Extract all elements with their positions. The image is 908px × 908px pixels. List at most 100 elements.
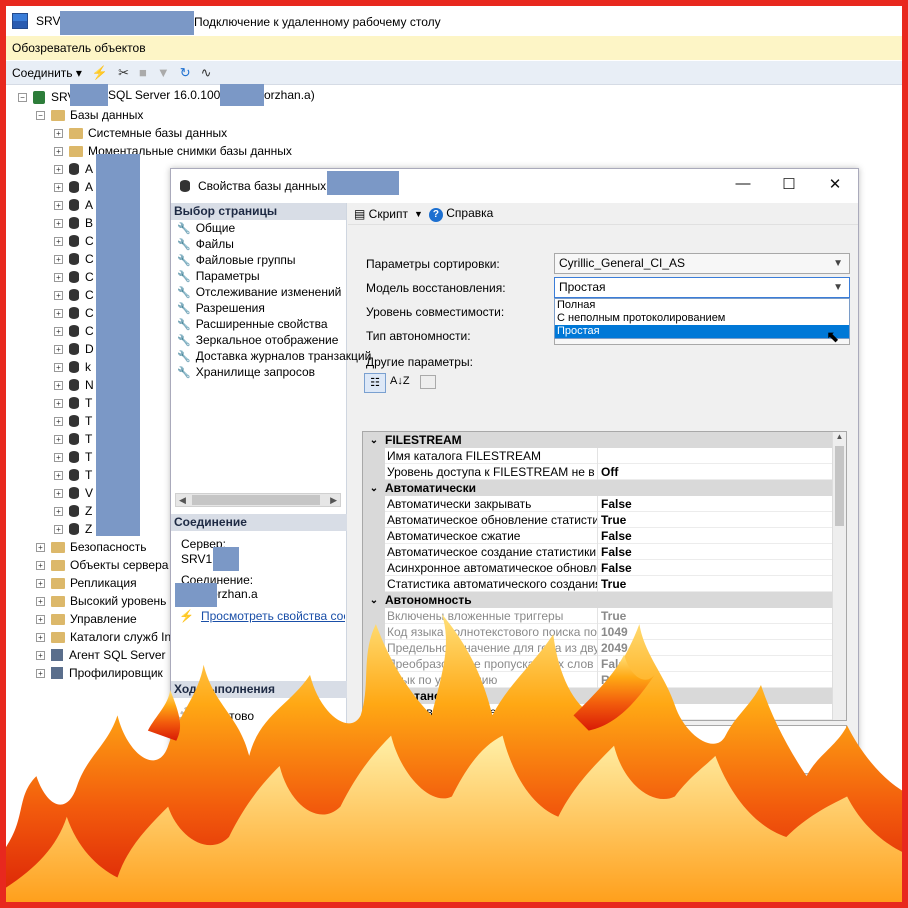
expand-icon[interactable]: + bbox=[54, 452, 63, 462]
grid-category[interactable]: ⌄ Автоматически bbox=[363, 480, 833, 496]
tree-database-item[interactable]: + Z bbox=[54, 520, 92, 538]
stop-icon[interactable]: ■ bbox=[139, 65, 147, 80]
activity-monitor-icon[interactable]: ∿ bbox=[201, 65, 212, 81]
expand-icon[interactable]: + bbox=[54, 506, 63, 516]
script-button[interactable]: ▤ Скрипт bbox=[354, 207, 408, 221]
alphabetical-sort-icon[interactable]: A↓Z bbox=[390, 375, 410, 387]
collation-select[interactable]: Cyrillic_General_CI_AS ▼ bbox=[554, 253, 850, 274]
page-item[interactable]: 🔧 Файловые группы bbox=[171, 252, 346, 268]
property-pages-icon[interactable] bbox=[420, 375, 436, 389]
tree-integration-catalogs[interactable]: + Каталоги служб In bbox=[36, 628, 171, 646]
chevron-down-icon[interactable]: ⌄ bbox=[363, 691, 385, 702]
grid-property-row[interactable]: Код языка полнотекстового поиска по умол… bbox=[363, 623, 833, 640]
page-item[interactable]: 🔧 Хранилище запросов bbox=[171, 364, 346, 380]
chevron-down-icon[interactable]: ⌄ bbox=[363, 435, 385, 446]
grid-property-row[interactable]: Уровень доступа к FILESTREAM не в реж Off bbox=[363, 463, 833, 480]
expand-icon[interactable]: + bbox=[36, 632, 45, 642]
plug-icon[interactable]: ⚡ bbox=[92, 65, 108, 81]
tree-profiler[interactable]: + Профилировщик bbox=[36, 664, 163, 682]
recovery-model-select[interactable]: Простая ▼ bbox=[554, 277, 850, 298]
tree-replication[interactable]: + Репликация bbox=[36, 574, 137, 592]
property-value[interactable]: False bbox=[601, 545, 632, 559]
expand-icon[interactable]: + bbox=[36, 560, 45, 570]
tree-database-item[interactable]: + T bbox=[54, 448, 92, 466]
grid-property-row[interactable]: Включены вложенные триггеры True bbox=[363, 607, 833, 624]
property-value[interactable]: Russian bbox=[601, 673, 648, 687]
grid-property-row[interactable]: Автоматически закрывать False bbox=[363, 495, 833, 512]
connect-button[interactable]: Соединить ▾ bbox=[12, 66, 82, 80]
property-value[interactable]: Off bbox=[601, 465, 618, 479]
tree-database-item[interactable]: + A bbox=[54, 160, 93, 178]
tree-database-item[interactable]: + A bbox=[54, 196, 93, 214]
expand-icon[interactable]: + bbox=[54, 470, 63, 480]
tree-database-item[interactable]: + C bbox=[54, 286, 94, 304]
tree-database-item[interactable]: + C bbox=[54, 322, 94, 340]
grid-property-row[interactable]: Автоматическое сжатие False bbox=[363, 527, 833, 544]
grid-category[interactable]: ⌄ Автономность bbox=[363, 592, 833, 608]
tree-server-node[interactable]: − SRV bbox=[18, 88, 75, 106]
grid-property-row[interactable]: Автоматическое обновление статистики True bbox=[363, 511, 833, 528]
scroll-left-icon[interactable]: ◀ bbox=[179, 495, 186, 506]
grid-category[interactable]: ⌄ Восстановление bbox=[363, 688, 833, 704]
tree-database-item[interactable]: + B bbox=[54, 214, 93, 232]
grid-category[interactable]: ⌄ FILESTREAM bbox=[363, 432, 833, 448]
expand-icon[interactable]: + bbox=[54, 308, 63, 318]
page-item[interactable]: 🔧 Разрешения bbox=[171, 300, 346, 316]
tree-management[interactable]: + Управление bbox=[36, 610, 137, 628]
collapse-icon[interactable]: − bbox=[36, 110, 45, 120]
filter-icon[interactable]: ▼ bbox=[157, 65, 170, 80]
grid-property-row[interactable]: Язык по умолчанию Russian bbox=[363, 671, 833, 688]
page-item[interactable]: 🔧 Параметры bbox=[171, 268, 346, 284]
expand-icon[interactable]: + bbox=[54, 380, 63, 390]
expand-icon[interactable]: + bbox=[54, 524, 63, 534]
expand-icon[interactable]: + bbox=[54, 146, 63, 156]
expand-icon[interactable]: + bbox=[54, 326, 63, 336]
expand-icon[interactable]: + bbox=[54, 290, 63, 300]
grid-scrollbar[interactable]: ▲ bbox=[832, 432, 846, 720]
property-value[interactable]: False bbox=[601, 657, 632, 671]
cancel-button[interactable]: Отмена bbox=[777, 773, 853, 796]
page-item[interactable]: 🔧 Отслеживание изменений bbox=[171, 284, 346, 300]
expand-icon[interactable]: + bbox=[54, 182, 63, 192]
property-value[interactable]: 60 bbox=[601, 705, 614, 719]
expand-icon[interactable]: + bbox=[54, 398, 63, 408]
tree-high-availability[interactable]: + Высокий уровень bbox=[36, 592, 166, 610]
tree-snapshots[interactable]: + Моментальные снимки базы данных bbox=[54, 142, 292, 160]
expand-icon[interactable]: + bbox=[54, 254, 63, 264]
expand-icon[interactable]: + bbox=[54, 344, 63, 354]
maximize-button[interactable]: ☐ bbox=[779, 175, 799, 193]
grid-property-row[interactable]: Автоматическое создание статистики с доб… bbox=[363, 543, 833, 560]
recovery-option[interactable]: С неполным протоколированием bbox=[555, 312, 849, 325]
expand-icon[interactable]: + bbox=[36, 650, 45, 660]
tree-databases[interactable]: − Базы данных bbox=[36, 106, 143, 124]
tree-database-item[interactable]: + A bbox=[54, 178, 93, 196]
expand-icon[interactable]: + bbox=[54, 488, 63, 498]
property-value[interactable]: False bbox=[601, 561, 632, 575]
help-button[interactable]: ? Справка bbox=[428, 206, 493, 222]
expand-icon[interactable]: + bbox=[54, 236, 63, 246]
tree-database-item[interactable]: + D bbox=[54, 340, 94, 358]
tree-database-item[interactable]: + C bbox=[54, 232, 94, 250]
expand-icon[interactable]: + bbox=[36, 668, 45, 678]
refresh-icon[interactable]: ↻ bbox=[180, 65, 191, 81]
expand-icon[interactable]: + bbox=[54, 272, 63, 282]
expand-icon[interactable]: + bbox=[36, 596, 45, 606]
tree-database-item[interactable]: + T bbox=[54, 466, 92, 484]
tree-database-item[interactable]: + T bbox=[54, 394, 92, 412]
scroll-right-icon[interactable]: ▶ bbox=[330, 495, 337, 506]
scroll-thumb[interactable] bbox=[835, 446, 844, 526]
recovery-model-dropdown[interactable]: Полная С неполным протоколированием Проста… bbox=[554, 298, 850, 339]
tree-security[interactable]: + Безопасность bbox=[36, 538, 147, 556]
expand-icon[interactable]: + bbox=[36, 542, 45, 552]
tree-database-item[interactable]: + Z bbox=[54, 502, 92, 520]
page-item[interactable]: 🔧 Расширенные свойства bbox=[171, 316, 346, 332]
close-button[interactable]: ✕ bbox=[825, 175, 845, 193]
categorized-view-icon[interactable]: ☷ bbox=[364, 373, 386, 393]
grid-property-row[interactable]: Имя каталога FILESTREAM bbox=[363, 447, 833, 464]
disconnect-icon[interactable]: ✂ bbox=[118, 65, 129, 81]
page-item[interactable]: 🔧 Доставка журналов транзакций bbox=[171, 348, 371, 364]
expand-icon[interactable]: + bbox=[36, 578, 45, 588]
recovery-option[interactable]: Полная bbox=[555, 299, 849, 312]
property-value[interactable]: False bbox=[601, 529, 632, 543]
scroll-up-icon[interactable]: ▲ bbox=[833, 432, 846, 441]
